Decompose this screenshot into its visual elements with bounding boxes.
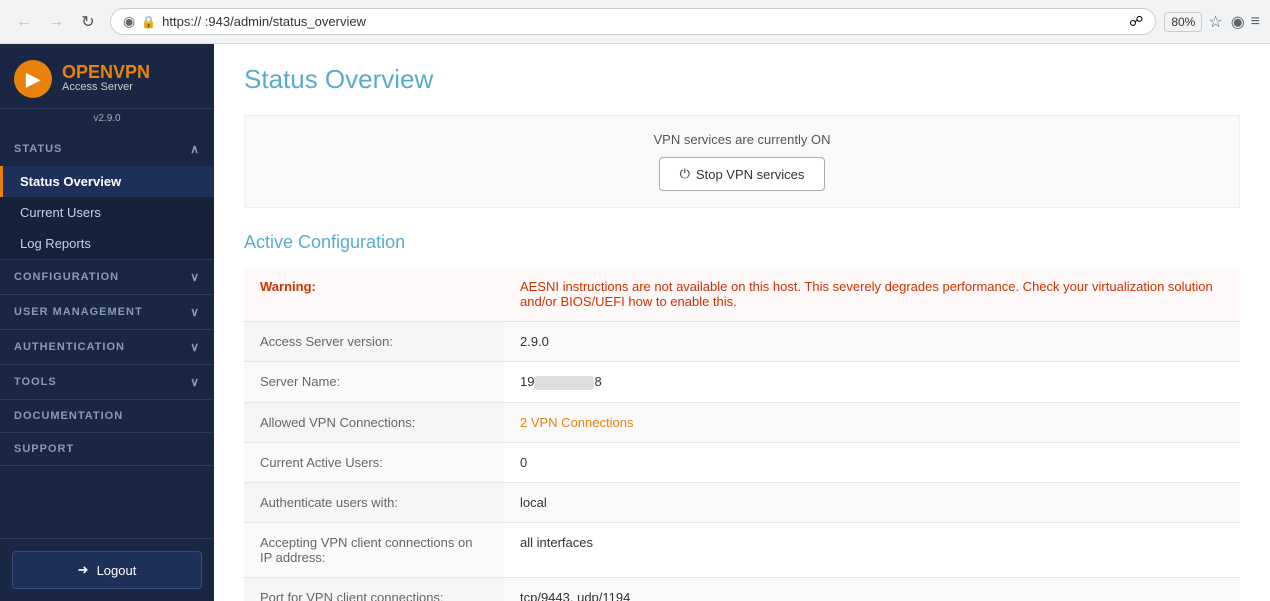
nav-section-tools: TOOLS ∨: [0, 365, 214, 400]
authentication-chevron-icon: ∨: [190, 340, 200, 354]
tools-section-label: TOOLS: [14, 376, 57, 388]
table-row-server-name: Server Name: 198: [244, 362, 1240, 403]
logo-open-text: OPEN: [62, 62, 113, 82]
zoom-level[interactable]: 80%: [1164, 12, 1202, 32]
vpn-status-bar: VPN services are currently ON ⏻ Stop VPN…: [244, 115, 1240, 208]
nav-section-documentation: DOCUMENTATION: [0, 400, 214, 433]
server-name-redacted: [534, 376, 594, 390]
sidebar-item-status-overview[interactable]: Status Overview: [0, 166, 214, 197]
nav-section-status: STATUS ∧ Status Overview Current Users L…: [0, 132, 214, 260]
back-button[interactable]: ←: [10, 8, 38, 36]
logout-icon: ➜: [78, 562, 89, 578]
user-management-section-label: USER MANAGEMENT: [14, 306, 143, 318]
logout-label: Logout: [97, 563, 137, 578]
logo-text: OPENVPN Access Server: [62, 63, 150, 94]
status-section-label: STATUS: [14, 143, 62, 155]
stop-vpn-button[interactable]: ⏻ Stop VPN services: [659, 157, 826, 191]
table-row-vpn-port: Port for VPN client connections: tcp/944…: [244, 577, 1240, 601]
warning-label: Warning:: [260, 279, 316, 294]
logo-version: v2.9.0: [0, 109, 214, 132]
shield-vpn-button[interactable]: ◉: [1231, 12, 1245, 32]
bookmark-button[interactable]: ☆: [1208, 12, 1222, 32]
authenticate-label-cell: Authenticate users with:: [244, 482, 504, 522]
vpn-connections-value-cell: 2 VPN Connections: [504, 402, 1240, 442]
address-bar[interactable]: ◉ 🔒 https:// :943/admin/status_overview …: [110, 8, 1156, 35]
url-text: https:// :943/admin/status_overview: [162, 14, 1123, 29]
browser-right-controls: ◉ ≡: [1231, 12, 1260, 32]
browser-chrome: ← → ↻ ◉ 🔒 https:// :943/admin/status_ove…: [0, 0, 1270, 44]
status-chevron-icon: ∧: [190, 142, 200, 156]
active-config-title: Active Configuration: [244, 232, 1240, 253]
vpn-port-value-cell: tcp/9443, udp/1194: [504, 577, 1240, 601]
support-section-label: SUPPORT: [14, 443, 74, 455]
vpn-port-label-cell: Port for VPN client connections:: [244, 577, 504, 601]
table-row-version: Access Server version: 2.9.0: [244, 322, 1240, 362]
nav-section-status-header[interactable]: STATUS ∧: [0, 132, 214, 166]
warning-label-cell: Warning:: [244, 267, 504, 322]
vpn-ip-value-cell: all interfaces: [504, 522, 1240, 577]
version-label-cell: Access Server version:: [244, 322, 504, 362]
server-name-value-cell: 198: [504, 362, 1240, 403]
nav-section-authentication-header[interactable]: AUTHENTICATION ∨: [0, 330, 214, 364]
logout-button[interactable]: ➜ Logout: [12, 551, 202, 589]
logo-product: Access Server: [62, 81, 150, 94]
sidebar-item-current-users[interactable]: Current Users: [0, 197, 214, 228]
table-row-vpn-connections: Allowed VPN Connections: 2 VPN Connectio…: [244, 402, 1240, 442]
active-users-label-cell: Current Active Users:: [244, 442, 504, 482]
table-row-warning: Warning: AESNI instructions are not avai…: [244, 267, 1240, 322]
sidebar: ▶ OPENVPN Access Server v2.9.0 STATUS ∧ …: [0, 44, 214, 601]
reader-icon: ☍: [1129, 13, 1143, 30]
warning-text: AESNI instructions are not available on …: [520, 279, 1213, 309]
lock-icon: 🔒: [141, 15, 156, 29]
app-layout: ▶ OPENVPN Access Server v2.9.0 STATUS ∧ …: [0, 44, 1270, 601]
stop-vpn-label: Stop VPN services: [696, 167, 804, 182]
nav-section-documentation-header[interactable]: DOCUMENTATION: [0, 400, 214, 432]
sidebar-footer: ➜ Logout: [0, 538, 214, 601]
status-nav-items: Status Overview Current Users Log Report…: [0, 166, 214, 259]
sidebar-logo: ▶ OPENVPN Access Server: [0, 44, 214, 109]
nav-section-user-management: USER MANAGEMENT ∨: [0, 295, 214, 330]
active-users-value-cell: 0: [504, 442, 1240, 482]
vpn-connections-label-cell: Allowed VPN Connections:: [244, 402, 504, 442]
main-content: Status Overview VPN services are current…: [214, 44, 1270, 601]
sidebar-item-log-reports[interactable]: Log Reports: [0, 228, 214, 259]
power-icon: ⏻: [680, 166, 690, 182]
vpn-status-text: VPN services are currently ON: [261, 132, 1223, 147]
browser-actions: 80% ☆: [1164, 12, 1222, 32]
nav-section-support-header[interactable]: SUPPORT: [0, 433, 214, 465]
configuration-chevron-icon: ∨: [190, 270, 200, 284]
authenticate-value-cell: local: [504, 482, 1240, 522]
config-table: Warning: AESNI instructions are not avai…: [244, 267, 1240, 601]
menu-button[interactable]: ≡: [1251, 13, 1260, 31]
user-management-chevron-icon: ∨: [190, 305, 200, 319]
documentation-section-label: DOCUMENTATION: [14, 410, 123, 422]
nav-buttons: ← → ↻: [10, 8, 102, 36]
vpn-connections-link[interactable]: 2 VPN Connections: [520, 415, 633, 430]
page-title: Status Overview: [244, 64, 1240, 95]
vpn-ip-label-cell: Accepting VPN client connections on IP a…: [244, 522, 504, 577]
tools-chevron-icon: ∨: [190, 375, 200, 389]
configuration-section-label: CONFIGURATION: [14, 271, 119, 283]
warning-value-cell: AESNI instructions are not available on …: [504, 267, 1240, 322]
nav-section-user-management-header[interactable]: USER MANAGEMENT ∨: [0, 295, 214, 329]
nav-section-configuration-header[interactable]: CONFIGURATION ∨: [0, 260, 214, 294]
nav-section-authentication: AUTHENTICATION ∨: [0, 330, 214, 365]
table-row-authenticate: Authenticate users with: local: [244, 482, 1240, 522]
authentication-section-label: AUTHENTICATION: [14, 341, 125, 353]
reload-button[interactable]: ↻: [74, 8, 102, 36]
table-row-vpn-ip: Accepting VPN client connections on IP a…: [244, 522, 1240, 577]
logo-vpn-text: VPN: [113, 62, 150, 82]
logo-open: OPENVPN: [62, 63, 150, 81]
version-value-cell: 2.9.0: [504, 322, 1240, 362]
forward-button[interactable]: →: [42, 8, 70, 36]
nav-section-support: SUPPORT: [0, 433, 214, 466]
server-name-label-cell: Server Name:: [244, 362, 504, 403]
shield-icon: ◉: [123, 13, 135, 30]
nav-section-configuration: CONFIGURATION ∨: [0, 260, 214, 295]
logo-icon: ▶: [14, 60, 52, 98]
nav-section-tools-header[interactable]: TOOLS ∨: [0, 365, 214, 399]
table-row-active-users: Current Active Users: 0: [244, 442, 1240, 482]
